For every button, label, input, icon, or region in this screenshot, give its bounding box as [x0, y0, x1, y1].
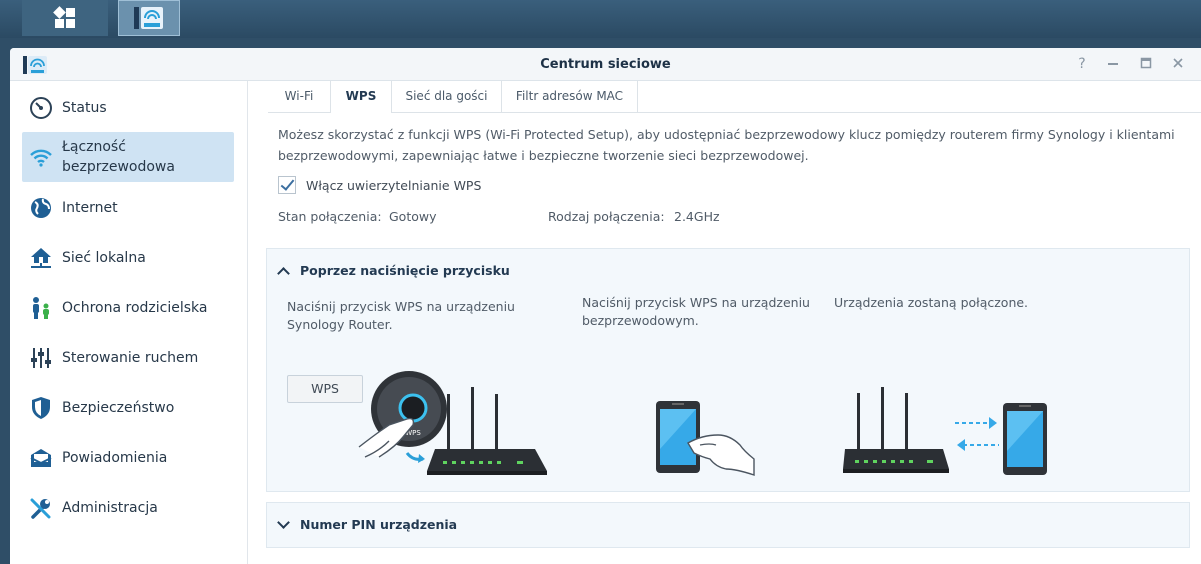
chevron-down-icon	[277, 516, 290, 529]
sidebar-item-wireless[interactable]: Łączność bezprzewodowa	[22, 132, 234, 182]
wps-enable-label: Włącz uwierzytelnianie WPS	[306, 177, 482, 193]
sidebar-item-security[interactable]: Bezpieczeństwo	[22, 383, 234, 433]
wps-enable-checkbox[interactable]	[278, 176, 296, 194]
connection-state-value: Gotowy	[389, 209, 437, 224]
sidebar-item-local-network[interactable]: Sieć lokalna	[22, 233, 234, 283]
gauge-icon	[28, 95, 54, 121]
wps-description: Możesz skorzystać z funkcji WPS (Wi-Fi P…	[278, 127, 1175, 163]
sidebar-item-label: Administracja	[62, 500, 158, 516]
tab-wps[interactable]: WPS	[330, 81, 392, 113]
home-network-icon	[28, 245, 54, 271]
phone-press-illustration	[656, 401, 755, 476]
wps-enable-checkbox-row[interactable]: Włącz uwierzytelnianie WPS	[278, 176, 481, 194]
sidebar-item-label: Status	[62, 100, 107, 116]
sidebar-item-label: Internet	[62, 200, 118, 216]
push-button-section: Poprzez naciśnięcie przycisku Naciśnij p…	[266, 248, 1190, 492]
sidebar: Status Łączność bezprzewodowa Internet S…	[10, 81, 248, 564]
taskbar	[0, 0, 1201, 38]
step-2-text: Naciśnij przycisk WPS na urządzeniu bezp…	[582, 295, 810, 328]
sidebar-item-label: Bezpieczeństwo	[62, 400, 175, 416]
router-wps-press-illustration: WPS	[358, 371, 547, 475]
chevron-up-icon	[277, 266, 290, 280]
close-button[interactable]	[1169, 57, 1187, 72]
globe-icon	[28, 195, 54, 221]
pin-section-header[interactable]: Numer PIN urządzenia	[277, 516, 458, 532]
main-menu-button[interactable]	[22, 0, 108, 36]
tab-mac-filter[interactable]: Filtr adresów MAC	[502, 81, 638, 112]
sidebar-item-traffic-control[interactable]: Sterowanie ruchem	[22, 333, 234, 383]
devices-connected-illustration	[843, 387, 1047, 475]
tools-icon	[28, 495, 54, 521]
sidebar-item-internet[interactable]: Internet	[22, 183, 234, 233]
sidebar-item-label: Łączność bezprzewodowa	[62, 139, 175, 175]
sidebar-item-notifications[interactable]: Powiadomienia	[22, 433, 234, 483]
router-app-icon	[134, 7, 163, 29]
connection-type-value: 2.4GHz	[674, 209, 720, 224]
grid-icon	[53, 6, 75, 28]
titlebar: Centrum sieciowe ?	[10, 48, 1201, 81]
maximize-button[interactable]	[1137, 57, 1155, 72]
network-center-window: Centrum sieciowe ? Status Łączność bezpr…	[10, 48, 1201, 564]
tab-bar: Wi-Fi WPS Sieć dla gości Filtr adresów M…	[268, 81, 1201, 113]
shield-icon	[28, 395, 54, 421]
pin-section-title: Numer PIN urządzenia	[300, 517, 458, 532]
sidebar-item-label: Ochrona rodzicielska	[62, 300, 208, 316]
sidebar-item-label: Sieć lokalna	[62, 250, 146, 266]
tab-wifi[interactable]: Wi-Fi	[268, 81, 330, 112]
step-3-text: Urządzenia zostaną połączone.	[834, 295, 1029, 310]
sidebar-item-parental-control[interactable]: Ochrona rodzicielska	[22, 283, 234, 333]
step-1-text: Naciśnij przycisk WPS na urządzeniu Syno…	[287, 299, 515, 332]
sidebar-item-status[interactable]: Status	[22, 83, 234, 133]
sidebar-item-label: Sterowanie ruchem	[62, 350, 199, 366]
help-button[interactable]: ?	[1073, 57, 1091, 71]
connection-state-label: Stan połączenia:	[278, 209, 382, 224]
connection-type-label: Rodzaj połączenia:	[548, 209, 665, 224]
window-title: Centrum sieciowe	[540, 57, 671, 72]
pin-section: Numer PIN urządzenia	[266, 502, 1190, 548]
minimize-button[interactable]	[1104, 57, 1122, 72]
wifi-icon	[28, 144, 54, 170]
push-button-section-title: Poprzez naciśnięcie przycisku	[300, 263, 510, 278]
network-center-taskbar-button[interactable]	[118, 0, 180, 36]
mail-icon	[28, 445, 54, 471]
wps-push-button[interactable]: WPS	[287, 375, 363, 403]
sidebar-item-label: Powiadomienia	[62, 450, 168, 466]
tab-guest-network[interactable]: Sieć dla gości	[392, 81, 502, 112]
family-icon	[28, 295, 54, 321]
close-icon	[1173, 58, 1183, 68]
sliders-icon	[28, 345, 54, 371]
sidebar-item-administration[interactable]: Administracja	[22, 483, 234, 533]
maximize-icon	[1140, 57, 1152, 69]
push-button-section-header[interactable]: Poprzez naciśnięcie przycisku	[277, 263, 510, 280]
minimize-icon	[1108, 63, 1118, 65]
